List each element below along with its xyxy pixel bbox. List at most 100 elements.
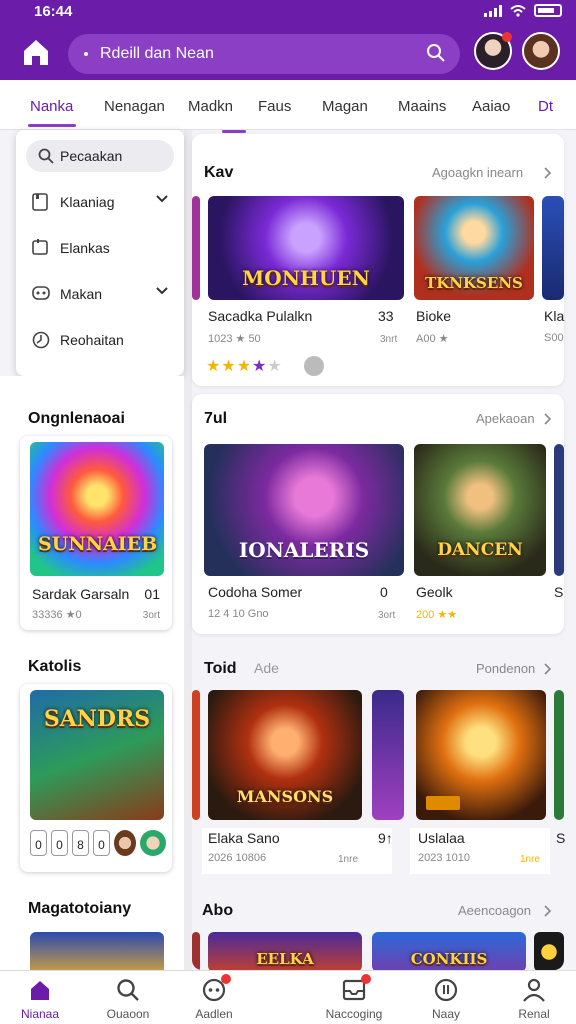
mini-icon[interactable]: 0	[51, 830, 68, 856]
see-all-link[interactable]: Aeencoagon	[458, 903, 531, 918]
chevron-right-icon[interactable]	[544, 413, 552, 425]
tab-indicator-secondary	[222, 130, 246, 133]
game-art[interactable]: EELKA	[208, 932, 362, 970]
notification-badge	[221, 974, 231, 984]
mini-icon[interactable]: 0	[30, 830, 47, 856]
sparkle-icon	[84, 52, 88, 56]
dropdown-item-label: Reohaitan	[60, 332, 124, 348]
game-meta-right: 3nrt	[380, 334, 398, 345]
game-card[interactable]: SUNNAIEB Sardak Garsaln 01 33336 ★0 3ort	[20, 436, 172, 630]
tab-nenagan[interactable]: Nenagan	[104, 98, 165, 115]
game-art[interactable]: CONKIIS	[372, 932, 526, 970]
chevron-right-icon[interactable]	[544, 905, 552, 917]
calendar-icon	[32, 239, 48, 255]
section-title: Katolis	[28, 658, 82, 675]
star-icon: ★	[206, 358, 222, 375]
dropdown-item-label: Makan	[60, 286, 103, 302]
mini-icon[interactable]: 0	[93, 830, 110, 856]
game-name: S	[554, 584, 564, 600]
game-card[interactable]: SANDRS 0 0 8 0	[20, 684, 172, 872]
game-art[interactable]	[554, 690, 564, 820]
dropdown-item[interactable]: Elankas	[16, 228, 184, 268]
tab-madkn[interactable]: Madkn	[188, 98, 233, 115]
game-count: 01	[144, 586, 160, 602]
game-art[interactable]: DANCEN	[414, 444, 546, 576]
chevron-right-icon[interactable]	[544, 663, 552, 675]
row-subtitle: Ade	[254, 660, 279, 676]
game-art[interactable]	[416, 690, 546, 820]
game-meta-right: 3ort	[378, 610, 396, 621]
see-all-link[interactable]: Apekaoan	[476, 411, 535, 426]
game-art[interactable]	[372, 690, 404, 820]
dropdown-search[interactable]: Pecaakan	[26, 140, 174, 172]
avatar[interactable]	[474, 32, 512, 70]
avatar[interactable]	[140, 830, 166, 856]
tab-aaiao[interactable]: Aaiao	[472, 98, 510, 115]
game-art[interactable]	[554, 444, 564, 576]
avatar[interactable]	[114, 830, 136, 856]
game-art[interactable]: MONHUEN	[208, 196, 404, 300]
chevron-right-icon[interactable]	[544, 167, 552, 179]
dropdown-item[interactable]: Reohaitan	[16, 320, 184, 360]
info-icon[interactable]	[304, 356, 324, 376]
nav-label: Renal	[518, 1007, 550, 1021]
see-all-link[interactable]: Agoagkn inearn	[432, 165, 523, 180]
game-art[interactable]	[192, 690, 200, 820]
dropdown-item[interactable]: Klaaniag	[16, 182, 184, 222]
see-all-link[interactable]: Pondenon	[476, 661, 535, 676]
game-art: SANDRS	[30, 690, 164, 820]
game-row: Toid Ade Pondenon MANSONS Elaka Sano 9↑ …	[192, 644, 565, 880]
bookmark-icon	[32, 193, 48, 211]
search-text: Rdeill dan Nean	[100, 45, 214, 62]
nav-label: Naay	[431, 1007, 460, 1021]
tab-dt[interactable]: Dt	[538, 98, 553, 115]
nav-profile[interactable]: Renal	[494, 977, 574, 1021]
tab-faus[interactable]: Faus	[258, 98, 291, 115]
chevron-down-icon	[156, 195, 168, 203]
game-name: Codoha Somer	[208, 584, 303, 600]
search-icon	[38, 148, 54, 164]
chevron-down-icon	[156, 287, 168, 295]
dropdown-item[interactable]: Makan	[16, 274, 184, 314]
row-title: Kav	[204, 164, 234, 181]
profile-avatar[interactable]	[522, 32, 560, 70]
nav-search[interactable]: Ouaoon	[88, 977, 168, 1021]
game-card[interactable]	[20, 926, 172, 970]
game-art[interactable]	[542, 196, 564, 300]
game-name: Sardak Garsaln	[32, 586, 130, 602]
game-art[interactable]: MANSONS	[208, 690, 362, 820]
game-art[interactable]: TKNKSENS	[414, 196, 534, 300]
game-art[interactable]	[192, 932, 200, 970]
tab-maains[interactable]: Maains	[398, 98, 446, 115]
game-name: Sacadka Pulalkn	[208, 308, 313, 324]
nav-music[interactable]: Naay	[406, 977, 486, 1021]
game-art[interactable]	[534, 932, 564, 970]
search-icon[interactable]	[426, 43, 446, 63]
game-name: Geolk	[416, 584, 453, 600]
tab-magan[interactable]: Magan	[322, 98, 368, 115]
game-meta: 1023 ★ 50	[208, 333, 261, 345]
column-divider	[184, 130, 192, 970]
notification-dot	[502, 32, 512, 42]
profile-icon	[523, 978, 545, 1002]
game-row: Kav Agoagkn inearn MONHUEN TKNKSENS Saca…	[192, 134, 564, 386]
game-meta-right: 1nre	[520, 854, 541, 865]
nav-messages[interactable]: Naccoging	[314, 974, 394, 1021]
status-time: 16:44	[34, 3, 73, 20]
game-meta: 2023 1010	[418, 852, 470, 864]
home-button[interactable]	[18, 34, 54, 70]
app-header: 16:44 Rdeill dan Nean	[0, 0, 576, 80]
search-bar[interactable]: Rdeill dan Nean	[68, 34, 460, 74]
tab-nanka[interactable]: Nanka	[30, 98, 73, 115]
music-icon	[434, 978, 458, 1002]
nav-games[interactable]: Aadlen	[174, 974, 254, 1021]
star-rating: ★★★★★	[206, 356, 283, 376]
notification-badge	[361, 974, 371, 984]
row-title: 7ul	[204, 410, 228, 427]
mini-icon[interactable]: 8	[72, 830, 89, 856]
game-art[interactable]: IONALERIS	[204, 444, 404, 576]
nav-label: Nianaa	[20, 1007, 60, 1021]
nav-home[interactable]: Nianaa	[0, 977, 80, 1021]
game-art-title: MANSONS	[236, 787, 334, 806]
mini-icon-row: 0 0 8 0	[30, 830, 166, 856]
